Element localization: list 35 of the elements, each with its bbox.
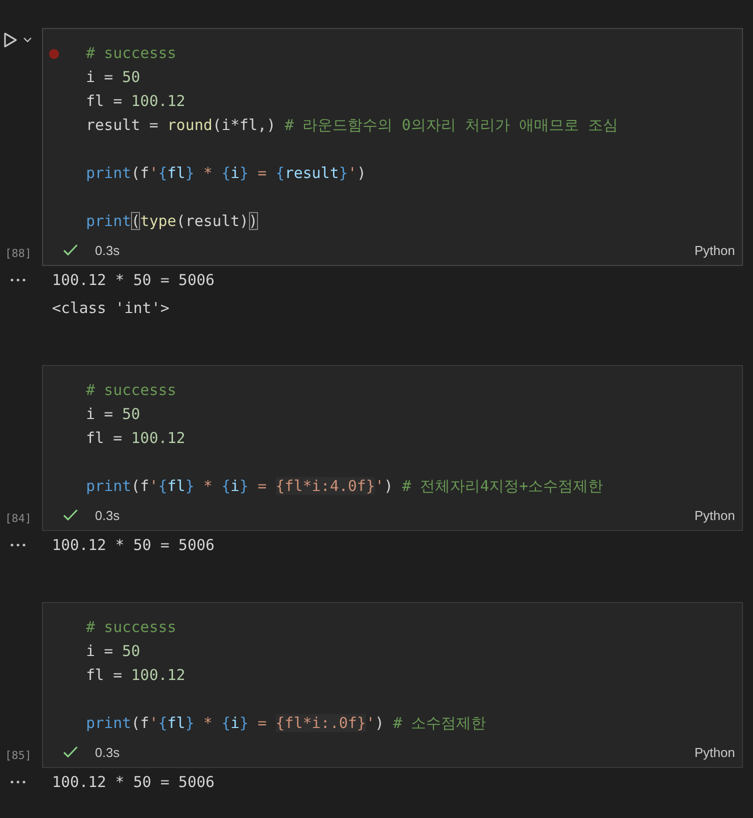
language-label[interactable]: Python xyxy=(694,242,735,258)
execution-count: [85] xyxy=(5,749,32,762)
code-line: print(type(result)) xyxy=(86,211,258,232)
execution-time: 0.3s xyxy=(95,242,120,258)
output-line: <class 'int'> xyxy=(52,299,170,317)
code-line: # successs xyxy=(86,43,176,64)
more-icon[interactable] xyxy=(10,543,26,547)
language-label[interactable]: Python xyxy=(694,508,735,522)
code-line: i = 50 xyxy=(86,404,140,425)
code-cell[interactable]: # successs i = 50 fl = 100.12 print(f'{fl} * {i} = {fl*i:.0f}') # 소수점제한 0.3s Python xyxy=(42,602,743,768)
code-cell[interactable]: # successs i = 50 fl = 100.12 result = round(i*fl,) # 라운드함수의 0의자리 처리가 애매므로 조심 print(f'{fl} * {i} = {result}') print(type(result)) 0.3s Python xyxy=(42,28,743,266)
code-line: # successs xyxy=(86,380,176,401)
more-icon[interactable] xyxy=(10,278,26,282)
more-icon[interactable] xyxy=(10,780,26,784)
execution-time: 0.3s xyxy=(95,508,120,522)
output-line: 100.12 * 50 = 5006 xyxy=(52,536,215,554)
output-line: 100.12 * 50 = 5006 xyxy=(52,271,215,289)
code-line: i = 50 xyxy=(86,67,140,88)
execution-time: 0.3s xyxy=(95,744,120,760)
code-line: i = 50 xyxy=(86,641,140,662)
execution-count: [88] xyxy=(5,247,32,260)
code-line: result = round(i*fl,) # 라운드함수의 0의자리 처리가 애매므로 조심 xyxy=(86,115,618,136)
code-line: print(f'{fl} * {i} = {fl*i:4.0f}') # 전체자리4지정+소수점제한 xyxy=(86,476,604,497)
chevron-down-icon[interactable] xyxy=(23,37,32,43)
code-line: # successs xyxy=(86,617,176,638)
execution-count: [84] xyxy=(5,512,32,525)
language-label[interactable]: Python xyxy=(694,744,735,760)
code-cell[interactable]: # successs i = 50 fl = 100.12 print(f'{fl} * {i} = {fl*i:4.0f}') # 전체자리4지정+소수점제한 0.3s Python xyxy=(42,365,743,531)
code-line: fl = 100.12 xyxy=(86,91,186,112)
run-icon[interactable] xyxy=(3,32,18,48)
code-line: fl = 100.12 xyxy=(86,665,186,686)
output-line: 100.12 * 50 = 5006 xyxy=(52,773,215,791)
code-line: fl = 100.12 xyxy=(86,428,186,449)
code-line: print(f'{fl} * {i} = {result}') xyxy=(86,163,366,184)
code-line: print(f'{fl} * {i} = {fl*i:.0f}') # 소수점제한 xyxy=(86,713,486,734)
